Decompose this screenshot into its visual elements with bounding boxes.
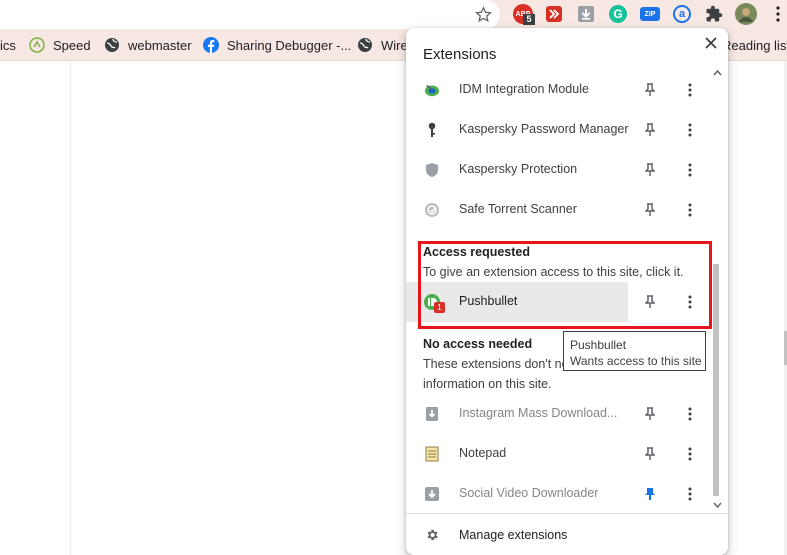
bookmark-label: Sharing Debugger -...: [227, 37, 352, 53]
pin-icon-pinned[interactable]: [642, 486, 658, 502]
chrome-menu-icon[interactable]: [767, 3, 787, 25]
bookmark-item-sharing-debugger[interactable]: Sharing Debugger -...: [203, 29, 351, 61]
key-icon: [424, 122, 440, 138]
bookmark-item-speed[interactable]: Speed: [29, 29, 91, 61]
extensions-popup: Extensions IDM Integration Module Kasper…: [406, 28, 728, 555]
more-options-icon[interactable]: [682, 446, 698, 462]
more-options-icon[interactable]: [682, 162, 698, 178]
grammarly-label: G: [609, 5, 627, 23]
pin-icon[interactable]: [642, 446, 658, 462]
bookmark-item[interactable]: ics: [0, 29, 16, 61]
reading-list[interactable]: Reading list: [722, 29, 787, 61]
more-options-icon[interactable]: [682, 82, 698, 98]
extension-row-notepad[interactable]: Notepad: [406, 434, 728, 474]
star-icon[interactable]: [472, 3, 494, 25]
pin-icon[interactable]: [642, 122, 658, 138]
notepad-icon: [424, 446, 440, 462]
no-access-description-line1: These extensions don't ne: [423, 357, 569, 371]
close-icon[interactable]: [702, 34, 720, 52]
bookmark-label: Speed: [53, 37, 91, 53]
extension-row-kaspersky-password[interactable]: Kaspersky Password Manager: [406, 110, 728, 150]
pin-icon[interactable]: [642, 202, 658, 218]
browser-toolbar: ABP 5 G ZIP a: [0, 0, 787, 29]
atavi-icon[interactable]: a: [671, 3, 693, 25]
popup-title: Extensions: [423, 46, 497, 63]
no-access-description-line2: information on this site.: [423, 377, 552, 391]
extension-name: Social Video Downloader: [459, 486, 599, 500]
bookmark-extension-icon[interactable]: [543, 3, 565, 25]
scroll-down-icon: [713, 502, 722, 509]
bookmark-item-wirel[interactable]: Wirel: [357, 29, 411, 61]
extension-row-kaspersky-protection[interactable]: Kaspersky Protection: [406, 150, 728, 190]
reading-list-label: Reading list: [722, 37, 787, 53]
extension-row-safe-torrent[interactable]: Safe Torrent Scanner: [406, 190, 728, 230]
extension-name: Kaspersky Protection: [459, 162, 578, 176]
page-divider: [70, 61, 71, 555]
pin-icon[interactable]: [642, 82, 658, 98]
bookmark-label: ics: [0, 37, 16, 53]
more-options-icon[interactable]: [682, 122, 698, 138]
download-icon[interactable]: [575, 3, 597, 25]
more-options-icon[interactable]: [682, 202, 698, 218]
facebook-icon: [203, 37, 219, 53]
torrent-icon: [424, 202, 440, 218]
abp-badge: 5: [523, 14, 535, 25]
globe-icon: [357, 37, 373, 53]
extension-name: IDM Integration Module: [459, 82, 589, 96]
extension-name: Safe Torrent Scanner: [459, 202, 577, 216]
extension-name: Instagram Mass Download...: [459, 406, 618, 420]
speed-icon: [29, 37, 45, 53]
pin-icon[interactable]: [642, 162, 658, 178]
bookmark-item-webmaster[interactable]: webmaster: [104, 29, 192, 61]
grammarly-icon[interactable]: G: [607, 3, 629, 25]
pushbullet-tooltip: Pushbullet Wants access to this site: [563, 331, 706, 371]
gear-icon: [425, 528, 439, 542]
manage-extensions-label: Manage extensions: [459, 528, 568, 542]
no-access-title: No access needed: [423, 337, 533, 351]
video-download-icon: [424, 486, 440, 502]
tooltip-title: Pushbullet: [570, 338, 627, 352]
extension-name: Kaspersky Password Manager: [459, 122, 629, 136]
access-requested-highlight: [418, 241, 712, 329]
abp-icon[interactable]: ABP 5: [512, 3, 535, 25]
popup-scroll-thumb[interactable]: [713, 264, 719, 496]
globe-icon: [104, 37, 120, 53]
extension-row-instagram[interactable]: Instagram Mass Download...: [406, 394, 728, 434]
extension-row-social-video[interactable]: Social Video Downloader: [406, 474, 728, 514]
zip-label: ZIP: [640, 7, 660, 21]
address-bar[interactable]: [0, 0, 500, 29]
extensions-puzzle-icon[interactable]: [703, 3, 725, 25]
extension-name: Notepad: [459, 446, 507, 460]
profile-avatar[interactable]: [735, 3, 757, 25]
manage-extensions-row[interactable]: Manage extensions: [406, 513, 728, 555]
extension-row-idm[interactable]: IDM Integration Module: [406, 70, 728, 110]
more-options-icon[interactable]: [682, 406, 698, 422]
zip-icon[interactable]: ZIP: [639, 3, 661, 25]
idm-icon: [424, 82, 440, 98]
bookmark-label: webmaster: [128, 37, 192, 53]
atavi-label: a: [673, 5, 691, 23]
more-options-icon[interactable]: [682, 486, 698, 502]
tooltip-text: Wants access to this site: [570, 354, 702, 368]
shield-icon: [424, 162, 440, 178]
scroll-up-icon: [713, 69, 722, 76]
instagram-download-icon: [424, 406, 440, 422]
pin-icon[interactable]: [642, 406, 658, 422]
